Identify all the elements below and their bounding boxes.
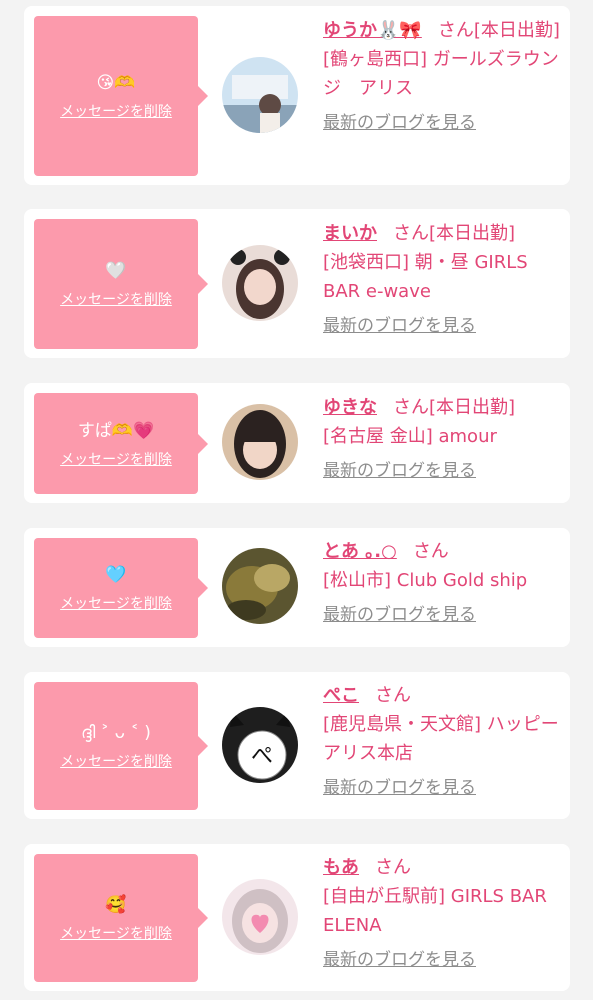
avatar[interactable] xyxy=(222,57,298,133)
avatar[interactable]: ぺ xyxy=(222,707,298,783)
name-line: ゆうか🐰🎀 さん[本日出勤] xyxy=(323,16,562,45)
name-line: まいか さん[本日出勤] xyxy=(323,219,562,248)
message-card: 😘🫶 メッセージを削除 ゆうか🐰🎀 さん[本日出勤] [鶴ヶ島西口] ガールズラウ… xyxy=(24,6,570,185)
girl-name-link[interactable]: ゆうか🐰🎀 xyxy=(323,20,422,41)
delete-message-link[interactable]: メッセージを削除 xyxy=(60,101,172,121)
message-card: ദ്ദി ˃ ᴗ ˂ ) メッセージを削除 ぺ ぺこ さん [鹿児島県・天文館] … xyxy=(24,672,570,819)
message-bubble: 🤍 メッセージを削除 xyxy=(34,219,208,349)
delete-message-link[interactable]: メッセージを削除 xyxy=(60,751,172,771)
message-card: 🤍 メッセージを削除 まいか さん[本日出勤] [池袋西口] 朝・昼 GIRLS … xyxy=(24,209,570,358)
card-info: まいか さん[本日出勤] [池袋西口] 朝・昼 GIRLS BAR e-wave … xyxy=(323,219,562,341)
card-info: ぺこ さん [鹿児島県・天文館] ハッピーアリス本店 最新のブログを見る xyxy=(323,681,562,803)
message-text: 🤍 xyxy=(105,261,127,281)
delete-message-link[interactable]: メッセージを削除 xyxy=(60,449,172,469)
status-text: [本日出勤] xyxy=(429,397,516,418)
name-line: とあ ｡.○ さん xyxy=(323,537,562,566)
girl-name-link[interactable]: ぺこ xyxy=(323,685,359,706)
message-bubble: すぱ🫶💗 メッセージを削除 xyxy=(34,393,208,494)
message-text: 🩵 xyxy=(105,565,127,585)
card-info: もあ さん [自由が丘駅前] GIRLS BAR ELENA 最新のブログを見る xyxy=(323,853,562,975)
status-text: [本日出勤] xyxy=(429,223,516,244)
girl-name-link[interactable]: ゆきな xyxy=(323,397,377,418)
message-bubble: 🩵 メッセージを削除 xyxy=(34,538,208,638)
message-text: 🥰 xyxy=(105,895,127,915)
card-info: ゆきな さん[本日出勤] [名古屋 金山] amour 最新のブログを見る xyxy=(323,393,562,486)
message-bubble: 🥰 メッセージを削除 xyxy=(34,854,208,982)
card-info: ゆうか🐰🎀 さん[本日出勤] [鶴ヶ島西口] ガールズラウンジ アリス 最新のブロ… xyxy=(323,16,562,138)
message-bubble: ദ്ദി ˃ ᴗ ˂ ) メッセージを削除 xyxy=(34,682,208,810)
avatar[interactable] xyxy=(222,548,298,624)
svg-text:ぺ: ぺ xyxy=(251,744,273,769)
location-text: [鶴ヶ島西口] ガールズラウンジ アリス xyxy=(323,49,559,99)
location-text: [自由が丘駅前] GIRLS BAR ELENA xyxy=(323,886,547,936)
delete-message-link[interactable]: メッセージを削除 xyxy=(60,289,172,309)
delete-message-link[interactable]: メッセージを削除 xyxy=(60,923,172,943)
message-bubble: 😘🫶 メッセージを削除 xyxy=(34,16,208,176)
girl-name-link[interactable]: もあ xyxy=(323,857,359,878)
avatar[interactable] xyxy=(222,879,298,955)
delete-message-link[interactable]: メッセージを削除 xyxy=(60,593,172,613)
message-text: ദ്ദി ˃ ᴗ ˂ ) xyxy=(81,723,151,743)
latest-blog-link[interactable]: 最新のブログを見る xyxy=(323,946,476,975)
honorific: さん xyxy=(393,397,429,418)
card-info: とあ ｡.○ さん [松山市] Club Gold ship 最新のブログを見る xyxy=(323,537,562,630)
avatar[interactable] xyxy=(222,404,298,480)
honorific: さん xyxy=(375,685,411,706)
message-text: すぱ🫶💗 xyxy=(77,420,155,441)
location-text: [池袋西口] 朝・昼 GIRLS BAR e-wave xyxy=(323,252,528,302)
latest-blog-link[interactable]: 最新のブログを見る xyxy=(323,109,476,138)
latest-blog-link[interactable]: 最新のブログを見る xyxy=(323,601,476,630)
honorific: さん xyxy=(393,223,429,244)
message-card: すぱ🫶💗 メッセージを削除 ゆきな さん[本日出勤] [名古屋 金山] amour… xyxy=(24,383,570,503)
name-line: ゆきな さん[本日出勤] xyxy=(323,393,562,422)
honorific: さん xyxy=(375,857,411,878)
location-text: [鹿児島県・天文館] ハッピーアリス本店 xyxy=(323,714,559,764)
message-card: 🩵 メッセージを削除 とあ ｡.○ さん [松山市] Club Gold ship… xyxy=(24,528,570,647)
latest-blog-link[interactable]: 最新のブログを見る xyxy=(323,312,476,341)
honorific: さん xyxy=(437,20,474,41)
girl-name-link[interactable]: とあ ｡.○ xyxy=(323,541,397,562)
latest-blog-link[interactable]: 最新のブログを見る xyxy=(323,457,476,486)
honorific: さん xyxy=(412,541,449,562)
message-card: 🥰 メッセージを削除 もあ さん [自由が丘駅前] GIRLS BAR ELENA… xyxy=(24,844,570,991)
location-text: [名古屋 金山] amour xyxy=(323,426,497,447)
message-text: 😘🫶 xyxy=(96,73,136,93)
girl-name-link[interactable]: まいか xyxy=(323,223,377,244)
name-line: もあ さん xyxy=(323,853,562,882)
name-line: ぺこ さん xyxy=(323,681,562,710)
avatar[interactable] xyxy=(222,245,298,321)
latest-blog-link[interactable]: 最新のブログを見る xyxy=(323,774,476,803)
location-text: [松山市] Club Gold ship xyxy=(323,570,528,591)
status-text: [本日出勤] xyxy=(473,20,560,41)
